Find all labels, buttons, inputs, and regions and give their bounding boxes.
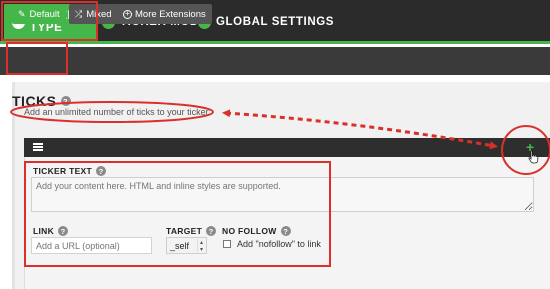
nofollow-checkbox-label: Add "nofollow" to link xyxy=(237,239,321,249)
subtab-more-extensions[interactable]: + More Extensions xyxy=(117,4,212,24)
tick-panel-header xyxy=(24,138,550,157)
tick-panel xyxy=(24,138,550,289)
link-label-text: LINK xyxy=(33,226,55,236)
hand-cursor-icon xyxy=(528,150,539,164)
help-icon[interactable]: ? xyxy=(280,226,291,236)
help-icon[interactable]: ? xyxy=(60,96,71,106)
ticker-text-label-text: TICKER TEXT xyxy=(33,166,93,176)
target-label-text: TARGET xyxy=(166,226,203,236)
content-edge xyxy=(12,82,15,289)
link-url-input[interactable] xyxy=(31,237,152,254)
ticker-text-label: TICKER TEXT ? xyxy=(33,166,107,176)
pencil-icon: ✎ xyxy=(18,8,26,19)
select-arrows-icon: ▴ ▾ xyxy=(197,239,205,253)
subtab-label: Default xyxy=(29,8,60,20)
target-label: TARGET ? xyxy=(166,226,217,236)
subtab-mixed[interactable]: ⤮ Mixed xyxy=(69,4,118,24)
tab-global-settings[interactable]: GLOBAL SETTINGS xyxy=(198,4,334,40)
ticker-text-input[interactable] xyxy=(31,177,534,212)
subtab-default[interactable]: ✎ Default xyxy=(12,4,66,24)
drag-handle-icon[interactable] xyxy=(33,143,43,151)
section-description: Add an unlimited number of ticks to your… xyxy=(24,107,209,117)
nofollow-option[interactable]: Add "nofollow" to link xyxy=(223,239,321,249)
target-select[interactable]: _self ▴ ▾ xyxy=(166,237,207,254)
plus-circle-icon: + xyxy=(123,9,132,19)
nofollow-label: NO FOLLOW ? xyxy=(222,226,291,236)
help-icon[interactable]: ? xyxy=(58,226,69,236)
help-icon[interactable]: ? xyxy=(96,166,107,176)
subtab-label: Mixed xyxy=(86,8,112,20)
target-select-value: _self xyxy=(170,240,190,251)
help-icon[interactable]: ? xyxy=(206,226,217,236)
subtab-label: More Extensions xyxy=(135,8,206,20)
nofollow-label-text: NO FOLLOW xyxy=(222,226,277,236)
shuffle-icon: ⤮ xyxy=(75,8,83,19)
tab-label: GLOBAL SETTINGS xyxy=(216,16,335,28)
link-label: LINK ? xyxy=(33,226,69,236)
type-subnav-bar xyxy=(0,47,550,75)
nofollow-checkbox[interactable] xyxy=(223,240,231,248)
